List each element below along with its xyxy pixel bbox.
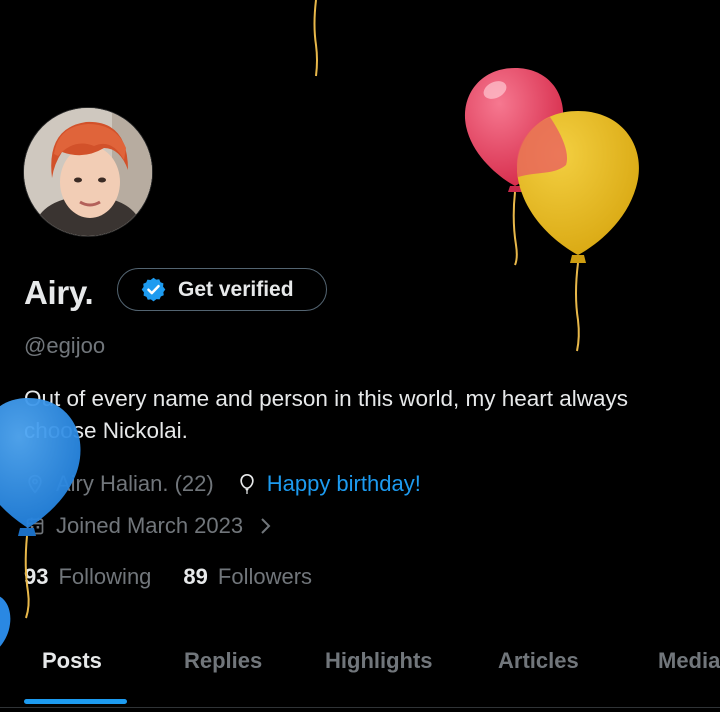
followers-label: Followers <box>217 564 313 589</box>
avatar-image <box>24 108 152 236</box>
calendar-icon <box>24 515 46 537</box>
profile-stats: 93 Following 89 Followers <box>24 564 312 590</box>
profile-location: Airy Halian. (22) <box>56 471 214 496</box>
following-count: 93 <box>24 564 49 589</box>
followers-count: 89 <box>183 564 208 589</box>
balloon-icon <box>236 473 258 495</box>
avatar[interactable] <box>24 108 152 236</box>
profile-meta-row: Airy Halian. (22) Happy birthday! <box>24 469 421 499</box>
balloon-red <box>464 68 564 266</box>
profile-bio: Out of every name and person in this wor… <box>24 386 629 443</box>
tab-posts[interactable]: Posts <box>42 648 102 674</box>
profile-joined-row[interactable]: Joined March 2023 <box>24 511 277 541</box>
chevron-right-icon[interactable] <box>255 515 277 537</box>
profile-tabs: Posts Replies Highlights Articles Media <box>0 640 720 688</box>
active-tab-indicator <box>24 699 127 704</box>
balloon-gold <box>516 111 639 352</box>
location-pin-icon <box>24 473 46 495</box>
balloon-string-top <box>313 0 318 77</box>
following-stat[interactable]: 93 Following <box>24 564 151 590</box>
following-label: Following <box>58 564 152 589</box>
profile-name: Airy. <box>24 274 94 311</box>
tab-replies[interactable]: Replies <box>184 648 262 674</box>
profile-joined: Joined March 2023 <box>56 513 244 538</box>
tabs-divider <box>0 707 720 708</box>
tab-articles[interactable]: Articles <box>498 648 579 674</box>
get-verified-button[interactable]: Get verified <box>117 268 327 311</box>
verified-badge-icon <box>140 276 167 303</box>
tab-highlights[interactable]: Highlights <box>325 648 433 674</box>
birthday-link[interactable]: Happy birthday! <box>267 471 421 497</box>
profile-handle: @egijoo <box>24 333 106 358</box>
followers-stat[interactable]: 89 Followers <box>183 564 312 590</box>
get-verified-label: Get verified <box>178 277 294 301</box>
tab-media[interactable]: Media <box>658 648 720 674</box>
